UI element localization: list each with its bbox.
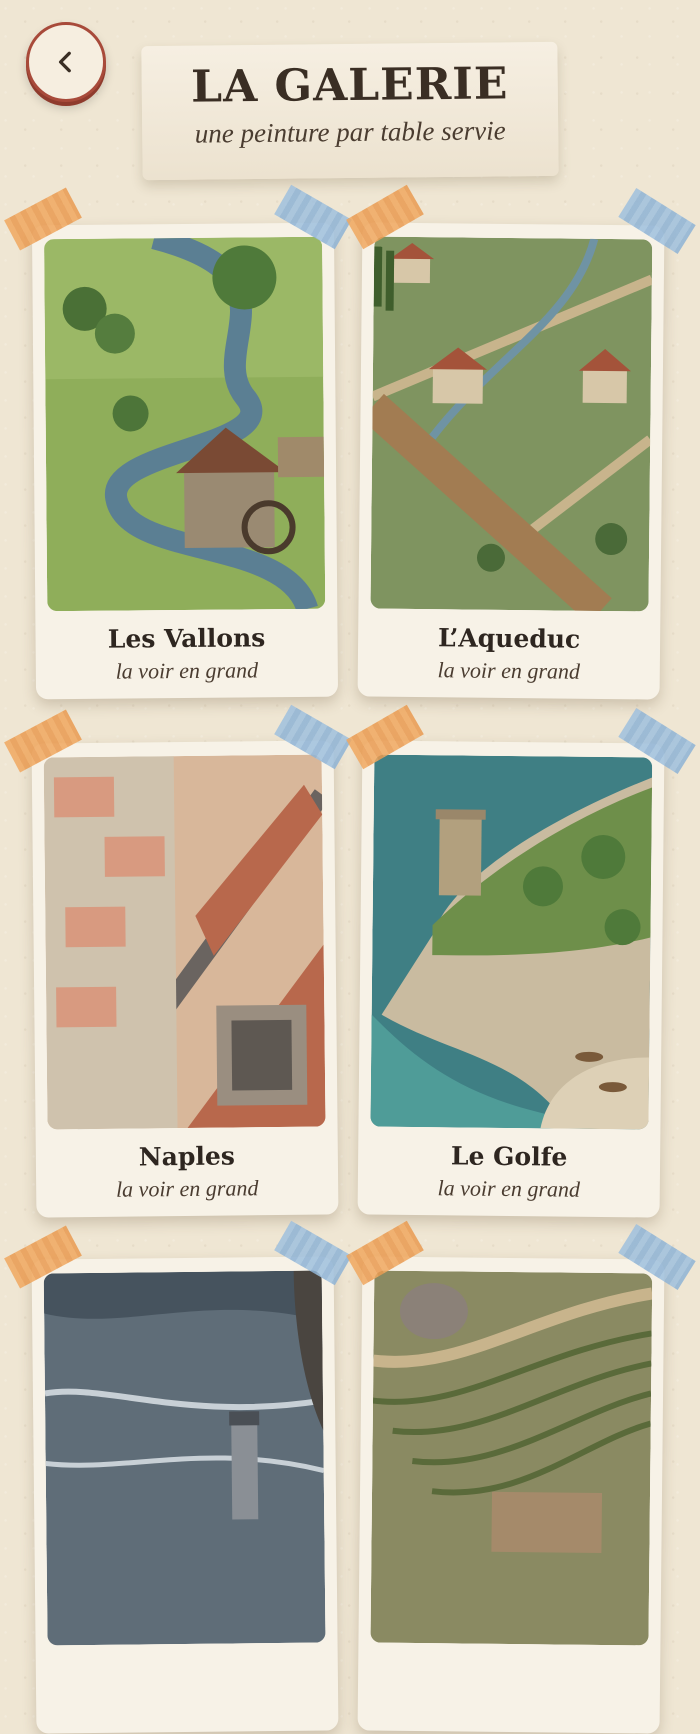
back-button[interactable] bbox=[26, 22, 106, 102]
painting-image bbox=[370, 754, 653, 1130]
gallery-card-vignes[interactable] bbox=[357, 1256, 665, 1734]
gallery-card-vallons[interactable]: Les Vallons la voir en grand bbox=[31, 222, 339, 700]
card-title: L’Aqueduc bbox=[437, 623, 581, 654]
view-large-link[interactable]: la voir en grand bbox=[358, 656, 660, 685]
gallery-card-phare[interactable] bbox=[31, 1256, 339, 1734]
card-title: Le Golfe bbox=[450, 1141, 568, 1172]
painting-image bbox=[370, 1270, 653, 1646]
painting-image bbox=[43, 1270, 326, 1646]
title-card: LA GALERIE une peinture par table servie bbox=[141, 41, 559, 181]
page-subtitle: une peinture par table servie bbox=[194, 115, 506, 149]
card-title bbox=[36, 1656, 338, 1659]
painting-image bbox=[370, 236, 653, 612]
painting-image bbox=[44, 236, 326, 612]
view-large-link[interactable]: la voir en grand bbox=[358, 1174, 660, 1203]
view-large-link[interactable]: la voir en grand bbox=[36, 657, 338, 686]
chevron-left-icon bbox=[58, 51, 71, 73]
painting-image bbox=[43, 754, 326, 1130]
card-title: Naples bbox=[138, 1141, 236, 1172]
view-large-link[interactable] bbox=[358, 1690, 660, 1693]
card-title: Les Vallons bbox=[107, 623, 266, 654]
page-title: LA GALERIE bbox=[190, 58, 509, 113]
gallery-card-naples[interactable]: Naples la voir en grand bbox=[31, 740, 339, 1218]
gallery-card-aqueduc[interactable]: L’Aqueduc la voir en grand bbox=[357, 222, 665, 700]
view-large-link[interactable] bbox=[36, 1690, 338, 1693]
card-title bbox=[358, 1656, 660, 1659]
gallery-card-golfe[interactable]: Le Golfe la voir en grand bbox=[357, 740, 665, 1218]
view-large-link[interactable]: la voir en grand bbox=[36, 1174, 338, 1203]
